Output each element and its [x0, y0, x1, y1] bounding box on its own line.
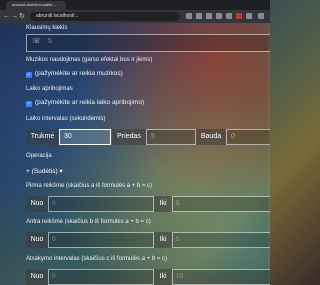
- scrollbar[interactable]: [268, 23, 270, 285]
- interval-label: Laiko intervalas (sekundėmis): [26, 116, 106, 122]
- duration-value: 30: [64, 133, 72, 140]
- tab-title: android-triukšmo-kalibr…: [12, 2, 57, 7]
- page-content: Klausimų kiekis ☏ 5 Muzikos naudojimas (…: [0, 23, 270, 285]
- phone-label: Klausimų kiekis: [26, 25, 68, 31]
- second-to-value: 5: [176, 236, 180, 243]
- answer-to-value: 10: [176, 273, 184, 280]
- second-to-input[interactable]: [172, 232, 270, 248]
- checkbox-icon[interactable]: ✓: [26, 72, 32, 78]
- penalty-value: 0: [231, 133, 235, 140]
- duration-addon: Trukmė: [26, 129, 59, 145]
- first-from-input[interactable]: [48, 196, 154, 212]
- second-range-label: Antra reikšmė (skaičius b iš formulės a …: [26, 219, 151, 225]
- first-from-addon: Nuo: [26, 196, 48, 212]
- phone-value: 5: [48, 38, 52, 45]
- checkbox-icon[interactable]: ✓: [26, 101, 32, 107]
- second-to-addon: Iki: [154, 232, 172, 248]
- first-from-value: 0: [52, 200, 56, 207]
- time-checkbox-label: (pažymėkite ar reikia laiko apribojimo): [35, 99, 145, 106]
- phone-icon: ☏: [32, 38, 41, 45]
- second-from-value: 0: [52, 236, 56, 243]
- time-checkbox-row[interactable]: ✓ (pažymėkite ar reikia laiko apribojimo): [26, 99, 144, 107]
- url-text: abrunill.localhost/...: [36, 13, 79, 19]
- extension-icon[interactable]: [226, 13, 232, 19]
- phone-field[interactable]: [26, 34, 270, 52]
- first-to-input[interactable]: [172, 196, 270, 212]
- answer-to-addon: Iki: [154, 269, 172, 285]
- answer-to-input[interactable]: [172, 269, 270, 285]
- first-range-label: Pirma reikšmė (skaičius a iš formulės a …: [26, 183, 153, 189]
- rest-addon: Priedas: [112, 129, 146, 145]
- reload-icon[interactable]: ↻: [19, 12, 25, 21]
- answer-range-label: Atsakymo intervalas (skaičius c iš formu…: [26, 256, 168, 262]
- extension-icon[interactable]: [216, 13, 222, 19]
- browser-tab[interactable]: android-triukšmo-kalibr…: [6, 1, 66, 10]
- back-icon[interactable]: ←: [3, 12, 10, 21]
- star-icon[interactable]: [206, 13, 212, 19]
- music-checkbox-label: (pažymėkite ar reikia muzikos): [35, 70, 123, 77]
- share-icon[interactable]: [196, 13, 202, 19]
- first-to-value: 5: [176, 200, 180, 207]
- answer-from-value: 0: [52, 273, 56, 280]
- forward-icon[interactable]: →: [11, 12, 18, 21]
- answer-from-input[interactable]: [48, 269, 154, 285]
- browser-toolbar: ← → ↻ abrunill.localhost/...: [0, 10, 270, 23]
- zoom-icon[interactable]: [186, 13, 192, 19]
- rest-value: 5: [151, 133, 155, 140]
- extension-icon[interactable]: [236, 13, 242, 19]
- profile-icon[interactable]: [246, 13, 252, 19]
- browser-tab-bar: android-triukšmo-kalibr…: [0, 0, 270, 10]
- second-from-addon: Nuo: [26, 232, 48, 248]
- address-bar[interactable]: abrunill.localhost/...: [30, 12, 180, 21]
- answer-from-addon: Nuo: [26, 269, 48, 285]
- operation-select[interactable]: + (Sudėtis) ▾: [26, 167, 63, 175]
- second-from-input[interactable]: [48, 232, 154, 248]
- penalty-addon: Bauda: [196, 129, 226, 145]
- menu-icon[interactable]: [258, 13, 264, 19]
- music-checkbox-row[interactable]: ✓ (pažymėkite ar reikia muzikos): [26, 70, 123, 78]
- music-label: Muzikos naudojimas (garso efektai bus ir…: [26, 57, 153, 63]
- time-label: Laiko apribojimas: [26, 86, 73, 92]
- first-to-addon: Iki: [154, 196, 172, 212]
- operation-label: Operacija: [26, 153, 52, 159]
